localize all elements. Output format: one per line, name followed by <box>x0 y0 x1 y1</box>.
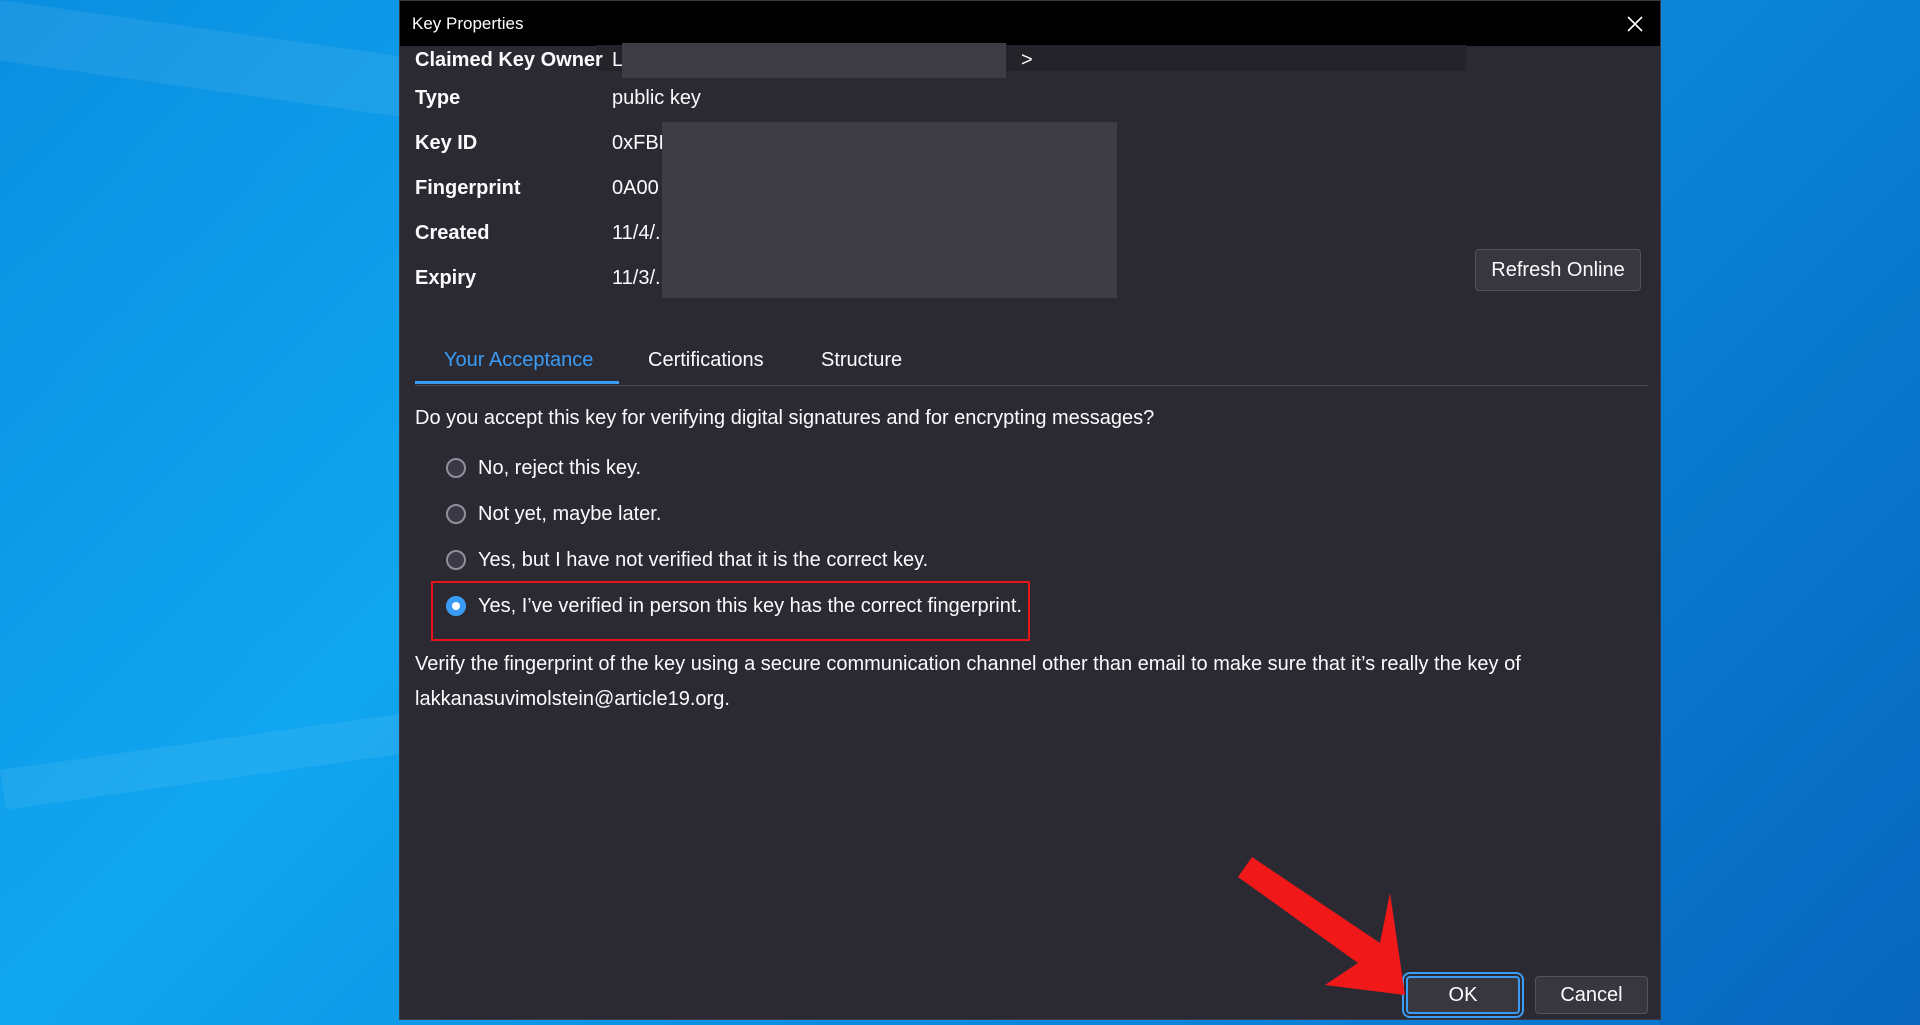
acceptance-question: Do you accept this key for verifying dig… <box>415 407 1155 429</box>
property-value: 11/3/. <box>612 267 661 289</box>
radio-button[interactable] <box>446 504 466 524</box>
property-label: Claimed Key Owner <box>415 49 603 71</box>
red-arrow-annotation <box>1238 857 1405 995</box>
desktop-light-ray <box>0 0 416 118</box>
verify-instructions: Verify the fingerprint of the key using … <box>415 647 1615 717</box>
radio-option-later[interactable]: Not yet, maybe later. <box>446 499 661 529</box>
tab-your-acceptance[interactable]: Your Acceptance <box>444 349 593 372</box>
property-label: Created <box>415 222 490 244</box>
verify-email: lakkanasuvimolstein@article19.org. <box>415 688 730 710</box>
property-label: Expiry <box>415 267 477 289</box>
redaction-box <box>622 43 1006 78</box>
cancel-button[interactable]: Cancel <box>1535 976 1648 1014</box>
desktop-light-ray <box>0 711 422 810</box>
radio-button[interactable] <box>446 458 466 478</box>
refresh-online-button[interactable]: Refresh Online <box>1475 249 1641 291</box>
radio-label: Not yet, maybe later. <box>478 502 662 525</box>
radio-label: No, reject this key. <box>478 456 642 479</box>
tab-structure[interactable]: Structure <box>821 349 902 372</box>
property-value: public key <box>612 87 701 109</box>
radio-option-unverified[interactable]: Yes, but I have not verified that it is … <box>446 545 928 575</box>
property-label: Key ID <box>415 132 478 154</box>
key-properties-dialog: Key Properties Claimed Key Owner L > Typ… <box>399 0 1661 1020</box>
tab-certifications[interactable]: Certifications <box>648 349 764 372</box>
title-bar: Key Properties <box>400 1 1660 46</box>
tab-bar: Your Acceptance Certifications Structure <box>415 337 1648 386</box>
radio-button[interactable] <box>446 550 466 570</box>
radio-label: Yes, but I have not verified that it is … <box>478 548 929 571</box>
highlight-annotation-box <box>431 581 1030 641</box>
property-value: 11/4/. <box>612 222 661 244</box>
close-icon[interactable] <box>1610 1 1660 46</box>
property-value: 0A00 <box>612 177 659 199</box>
property-value-suffix: > <box>1021 49 1033 71</box>
dialog-title: Key Properties <box>412 14 524 33</box>
property-type: Type public key <box>415 87 1515 117</box>
radio-option-reject[interactable]: No, reject this key. <box>446 453 641 483</box>
property-label: Fingerprint <box>415 177 521 199</box>
desktop-shade <box>1660 0 1920 1025</box>
redaction-box <box>662 122 1117 298</box>
property-label: Type <box>415 87 461 109</box>
active-tab-indicator <box>415 381 619 384</box>
verify-line: Verify the fingerprint of the key using … <box>415 653 1521 675</box>
